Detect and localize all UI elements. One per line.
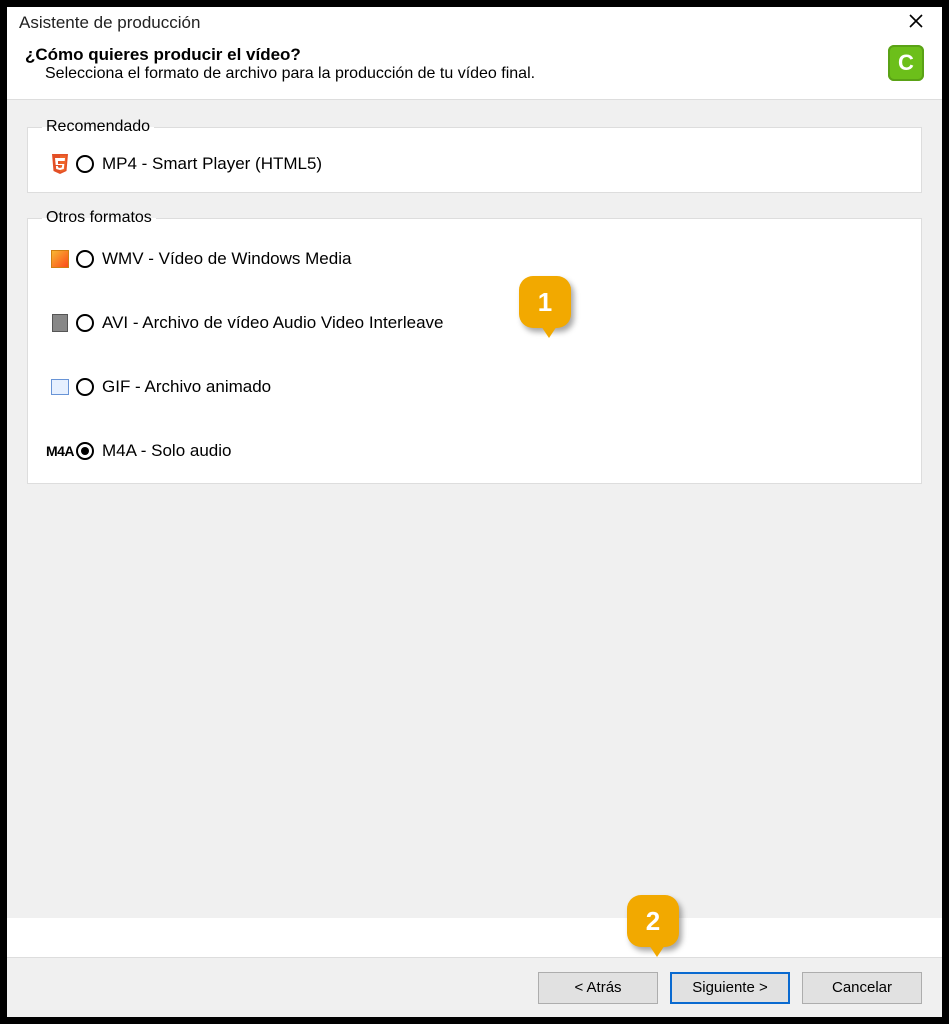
option-avi-label: AVI - Archivo de vídeo Audio Video Inter… bbox=[102, 313, 443, 333]
annotation-callout-2: 2 bbox=[627, 895, 679, 947]
option-m4a-label: M4A - Solo audio bbox=[102, 441, 231, 461]
avi-icon bbox=[50, 313, 70, 333]
html5-icon bbox=[50, 154, 70, 174]
option-avi[interactable]: AVI - Archivo de vídeo Audio Video Inter… bbox=[46, 303, 903, 343]
back-button[interactable]: < Atrás bbox=[538, 972, 658, 1004]
radio-mp4[interactable] bbox=[76, 155, 94, 173]
dialog-footer: < Atrás Siguiente > Cancelar bbox=[7, 957, 942, 1017]
radio-gif[interactable] bbox=[76, 378, 94, 396]
radio-m4a[interactable] bbox=[76, 442, 94, 460]
header-question: ¿Cómo quieres producir el vídeo? bbox=[25, 45, 535, 65]
close-icon[interactable] bbox=[902, 13, 930, 33]
option-mp4-label: MP4 - Smart Player (HTML5) bbox=[102, 154, 322, 174]
radio-wmv[interactable] bbox=[76, 250, 94, 268]
option-gif-label: GIF - Archivo animado bbox=[102, 377, 271, 397]
header-text: ¿Cómo quieres producir el vídeo? Selecci… bbox=[25, 45, 535, 83]
group-other: Otros formatos WMV - Vídeo de Windows Me… bbox=[27, 209, 922, 484]
annotation-callout-1: 1 bbox=[519, 276, 571, 328]
option-gif[interactable]: GIF - Archivo animado bbox=[46, 367, 903, 407]
next-button[interactable]: Siguiente > bbox=[670, 972, 790, 1004]
camtasia-logo-icon: C bbox=[888, 45, 924, 81]
window-title: Asistente de producción bbox=[19, 13, 200, 33]
option-wmv[interactable]: WMV - Vídeo de Windows Media bbox=[46, 239, 903, 279]
m4a-icon: M4A bbox=[50, 441, 70, 461]
group-recommended: Recomendado MP4 - Smart Player (HTML5) bbox=[27, 118, 922, 193]
gif-icon bbox=[50, 377, 70, 397]
header-subtitle: Selecciona el formato de archivo para la… bbox=[45, 65, 535, 83]
group-other-legend: Otros formatos bbox=[42, 209, 156, 227]
cancel-button[interactable]: Cancelar bbox=[802, 972, 922, 1004]
header: ¿Cómo quieres producir el vídeo? Selecci… bbox=[7, 35, 942, 100]
option-wmv-label: WMV - Vídeo de Windows Media bbox=[102, 249, 351, 269]
group-recommended-legend: Recomendado bbox=[42, 118, 154, 136]
dialog-body: Recomendado MP4 - Smart Player (HTML5) O… bbox=[7, 100, 942, 918]
option-m4a[interactable]: M4A M4A - Solo audio bbox=[46, 431, 903, 471]
dialog-window: Asistente de producción ¿Cómo quieres pr… bbox=[6, 6, 943, 1018]
radio-avi[interactable] bbox=[76, 314, 94, 332]
titlebar: Asistente de producción bbox=[7, 7, 942, 35]
wmv-icon bbox=[50, 249, 70, 269]
option-mp4[interactable]: MP4 - Smart Player (HTML5) bbox=[46, 148, 903, 180]
